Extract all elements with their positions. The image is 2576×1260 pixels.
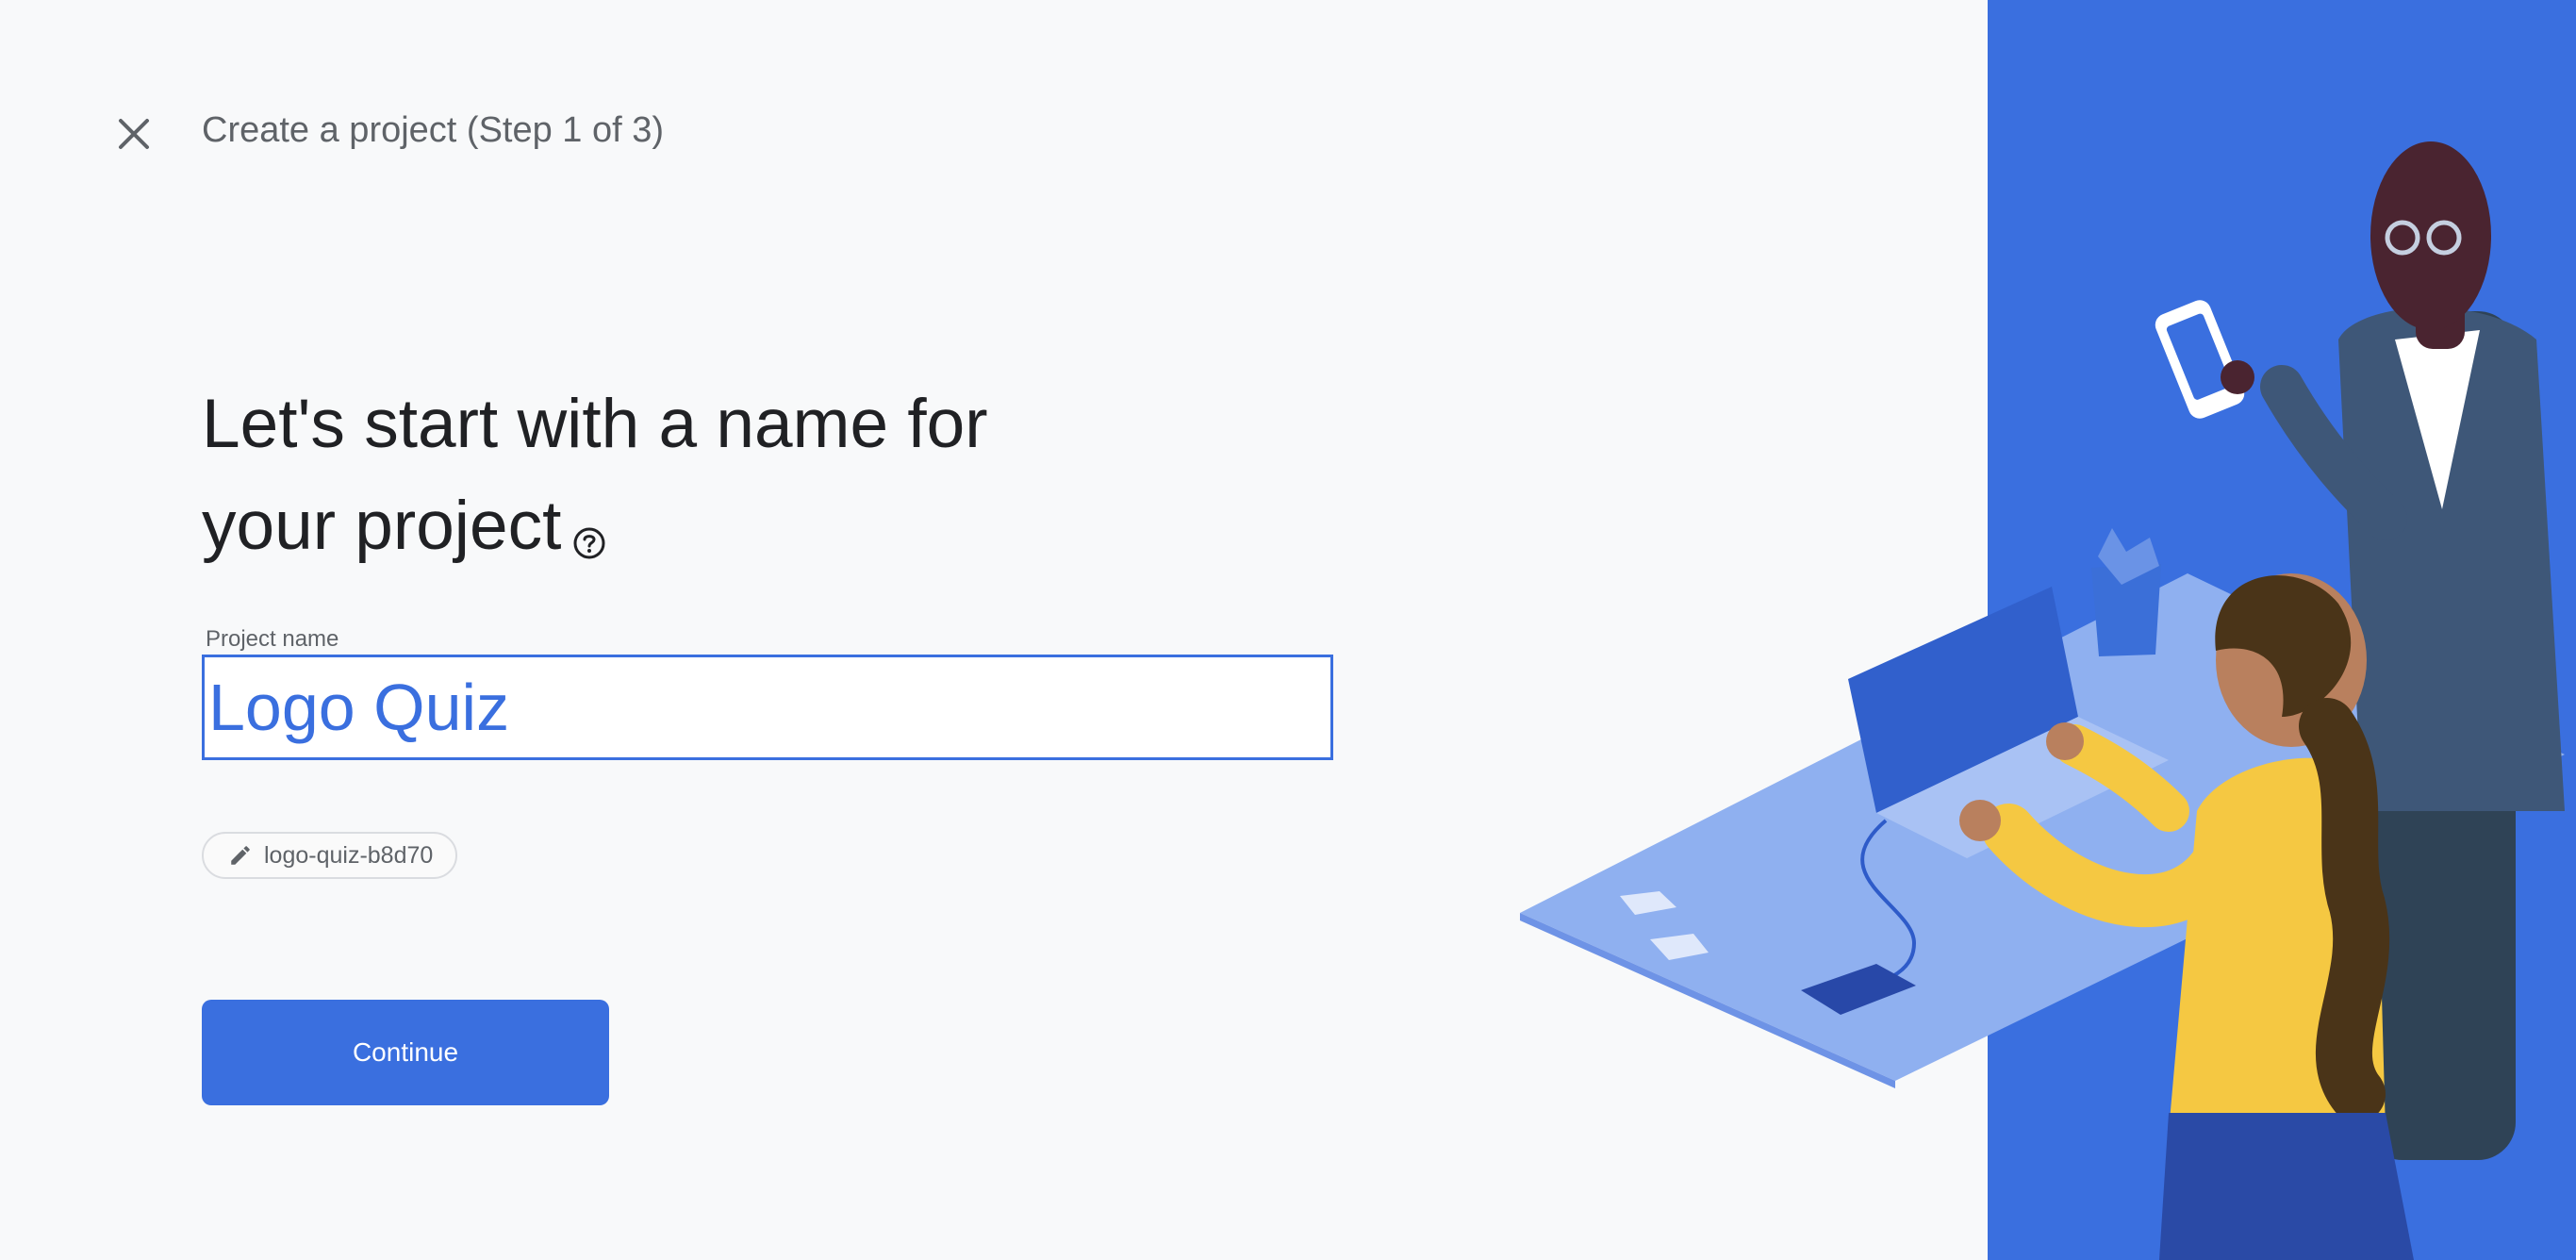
- continue-button[interactable]: Continue: [202, 1000, 609, 1105]
- project-name-input[interactable]: [202, 655, 1333, 760]
- hero-illustration: [1520, 0, 2576, 1260]
- page-headline: Let's start with a name for your project: [202, 373, 1145, 589]
- step-title: Create a project (Step 1 of 3): [202, 110, 665, 150]
- project-id-chip[interactable]: logo-quiz-b8d70: [202, 832, 458, 879]
- close-button[interactable]: [106, 106, 162, 162]
- project-name-label: Project name: [206, 626, 339, 652]
- headline-line-1: Let's start with a name for: [202, 386, 988, 462]
- project-id-label: logo-quiz-b8d70: [264, 841, 434, 869]
- help-circle-icon[interactable]: [572, 487, 606, 589]
- close-icon: [119, 119, 149, 149]
- headline-line-2: your project: [202, 488, 562, 564]
- pencil-icon: [231, 846, 250, 865]
